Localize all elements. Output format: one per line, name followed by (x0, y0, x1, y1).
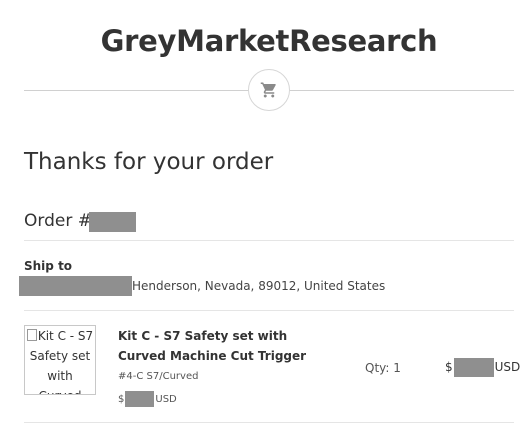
total-prefix: $ (445, 360, 453, 374)
ship-address: Henderson, Nevada, 89012, United States (132, 279, 386, 293)
price-currency: USD (155, 394, 177, 405)
thanks-heading: Thanks for your order (24, 149, 274, 175)
cart-icon (260, 82, 276, 98)
brand-title: GreyMarketResearch (100, 24, 438, 58)
product-name[interactable]: Kit C - S7 Safety set with Curved Machin… (118, 326, 328, 366)
product-unit-price: $ USD (118, 391, 177, 407)
ship-name-redacted (19, 276, 132, 296)
product-image-alt: Kit C - S7 Safety set with Curved Machin… (29, 329, 94, 394)
price-prefix: $ (118, 394, 125, 405)
section-divider (24, 422, 514, 423)
order-number-redacted (89, 212, 136, 232)
broken-image-icon (26, 329, 37, 341)
section-divider (24, 240, 514, 241)
order-number-label: Order # (24, 211, 92, 231)
line-total: $ USD (445, 358, 520, 377)
total-redacted (453, 358, 494, 377)
product-sku: #4-C S7/Curved (118, 371, 199, 382)
product-quantity: Qty: 1 (365, 361, 401, 375)
section-divider (24, 310, 514, 311)
ship-to-title: Ship to (24, 259, 73, 273)
price-redacted (125, 391, 155, 407)
total-currency: USD (494, 360, 521, 374)
cart-badge (248, 69, 290, 111)
product-image-broken: Kit C - S7 Safety set with Curved Machin… (24, 325, 96, 395)
